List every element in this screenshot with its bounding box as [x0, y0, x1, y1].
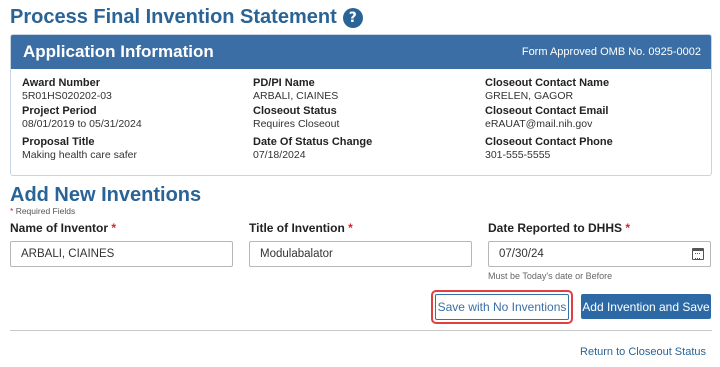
- help-icon[interactable]: ?: [342, 7, 363, 28]
- return-to-closeout-status-link[interactable]: Return to Closeout Status: [580, 346, 706, 358]
- status-change-date: Date Of Status Change 07/18/2024: [253, 136, 473, 161]
- project-period-label: Project Period: [22, 105, 97, 117]
- info-column-1: Award Number 5R01HS020202-03 Project Per…: [22, 77, 242, 164]
- invention-title-input[interactable]: [249, 241, 472, 267]
- application-information-panel: Application Information Form Approved OM…: [10, 34, 712, 176]
- closeout-status-value: Requires Closeout: [253, 118, 340, 130]
- application-information-title: Application Information: [23, 42, 214, 61]
- date-reported-input[interactable]: 07/30/24: [488, 241, 711, 267]
- date-reported-value[interactable]: 07/30/24: [499, 248, 544, 260]
- application-info-grid: Award Number 5R01HS020202-03 Project Per…: [11, 69, 711, 175]
- proposal-title: Proposal Title Making health care safer: [22, 136, 242, 161]
- contact-name-value: GRELEN, GAGOR: [485, 90, 574, 102]
- info-column-3: Closeout Contact Name GRELEN, GAGOR Clos…: [485, 77, 705, 164]
- divider: [10, 330, 712, 331]
- add-new-inventions-title: Add New Inventions: [10, 184, 202, 206]
- required-fields-text: Required Fields: [15, 206, 76, 216]
- award-number: Award Number 5R01HS020202-03: [22, 77, 242, 102]
- inventor-required-star: *: [111, 221, 117, 235]
- invention-title-label-text: Title of Invention: [249, 221, 345, 235]
- closeout-contact-phone: Closeout Contact Phone 301-555-5555: [485, 136, 705, 161]
- inventor-label-text: Name of Inventor: [10, 221, 109, 235]
- closeout-contact-name: Closeout Contact Name GRELEN, GAGOR: [485, 77, 705, 102]
- proposal-title-label: Proposal Title: [22, 136, 95, 148]
- status-change-value: 07/18/2024: [253, 149, 306, 161]
- contact-name-label: Closeout Contact Name: [485, 77, 610, 89]
- contact-phone-value: 301-555-5555: [485, 149, 551, 161]
- closeout-status-label: Closeout Status: [253, 105, 337, 117]
- contact-phone-label: Closeout Contact Phone: [485, 136, 613, 148]
- calendar-icon[interactable]: [692, 248, 704, 260]
- page-title: Process Final Invention Statement ?: [10, 6, 363, 29]
- application-information-header: Application Information Form Approved OM…: [11, 35, 711, 69]
- invention-title-required-star: *: [348, 221, 353, 235]
- required-fields-note: * Required Fields: [10, 206, 75, 216]
- proposal-title-value: Making health care safer: [22, 149, 137, 161]
- date-reported-label: Date Reported to DHHS *: [488, 221, 630, 235]
- contact-email-value: eRAUAT@mail.nih.gov: [485, 118, 593, 130]
- project-period-value: 08/01/2019 to 05/31/2024: [22, 118, 142, 130]
- pdpi-name: PD/PI Name ARBALI, CIAINES: [253, 77, 473, 102]
- pdpi-name-value: ARBALI, CIAINES: [253, 90, 339, 102]
- save-with-no-inventions-button[interactable]: Save with No Inventions: [435, 294, 569, 320]
- inventor-name-label: Name of Inventor *: [10, 221, 116, 235]
- contact-email-label: Closeout Contact Email: [485, 105, 609, 117]
- date-reported-label-text: Date Reported to DHHS: [488, 221, 623, 235]
- award-number-label: Award Number: [22, 77, 101, 89]
- form-approval-text: Form Approved OMB No. 0925-0002: [521, 46, 701, 58]
- project-period: Project Period 08/01/2019 to 05/31/2024: [22, 105, 242, 130]
- inventor-name-input[interactable]: [10, 241, 233, 267]
- invention-title-label: Title of Invention *: [249, 221, 353, 235]
- add-invention-and-save-button[interactable]: Add Invention and Save: [581, 294, 711, 319]
- save-no-inventions-highlight: Save with No Inventions: [431, 290, 573, 324]
- award-number-value: 5R01HS020202-03: [22, 90, 112, 102]
- required-star: *: [10, 206, 14, 216]
- status-change-label: Date Of Status Change: [253, 136, 373, 148]
- pdpi-name-label: PD/PI Name: [253, 77, 315, 89]
- closeout-status: Closeout Status Requires Closeout: [253, 105, 473, 130]
- page-title-text: Process Final Invention Statement: [10, 6, 337, 28]
- closeout-contact-email: Closeout Contact Email eRAUAT@mail.nih.g…: [485, 105, 705, 130]
- date-hint: Must be Today's date or Before: [488, 271, 613, 281]
- date-reported-required-star: *: [625, 221, 631, 235]
- info-column-2: PD/PI Name ARBALI, CIAINES Closeout Stat…: [253, 77, 473, 164]
